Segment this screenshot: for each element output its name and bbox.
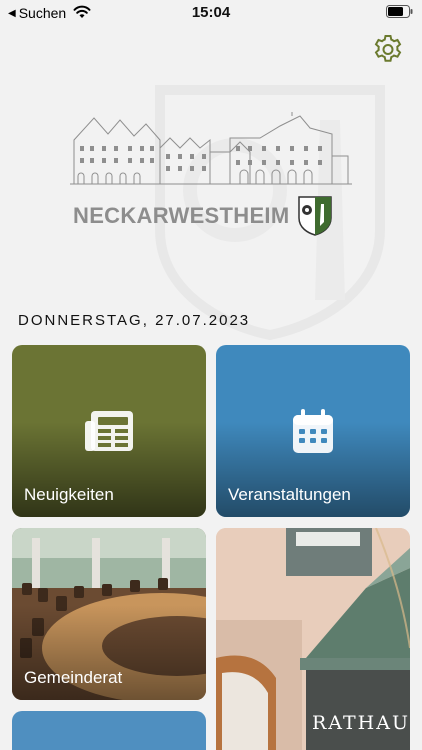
- coat-of-arms-icon: [298, 196, 332, 236]
- town-hall-tile[interactable]: RATHAUS: [216, 528, 410, 750]
- town-skyline-illustration: [70, 112, 352, 185]
- news-tile[interactable]: Neuigkeiten: [12, 345, 206, 517]
- newspaper-icon: [85, 411, 133, 451]
- events-label: Veranstaltungen: [228, 485, 351, 504]
- more-tile[interactable]: [12, 711, 206, 750]
- battery-icon: [386, 5, 413, 18]
- events-tile[interactable]: Veranstaltungen: [216, 345, 410, 517]
- clock: 15:04: [191, 4, 231, 21]
- council-label: Gemeinderat: [24, 668, 123, 687]
- settings-gear-icon[interactable]: [372, 32, 404, 64]
- council-tile[interactable]: Gemeinderat: [12, 528, 206, 700]
- current-date: DONNERSTAG, 27.07.2023: [18, 312, 251, 329]
- news-label: Neuigkeiten: [24, 485, 114, 504]
- calendar-icon: [293, 409, 333, 453]
- rathaus-sign: RATHAUS: [312, 712, 410, 734]
- town-name: NECKARWESTHEIM: [73, 203, 290, 228]
- status-bar: ◀ Suchen 15:04: [0, 0, 422, 26]
